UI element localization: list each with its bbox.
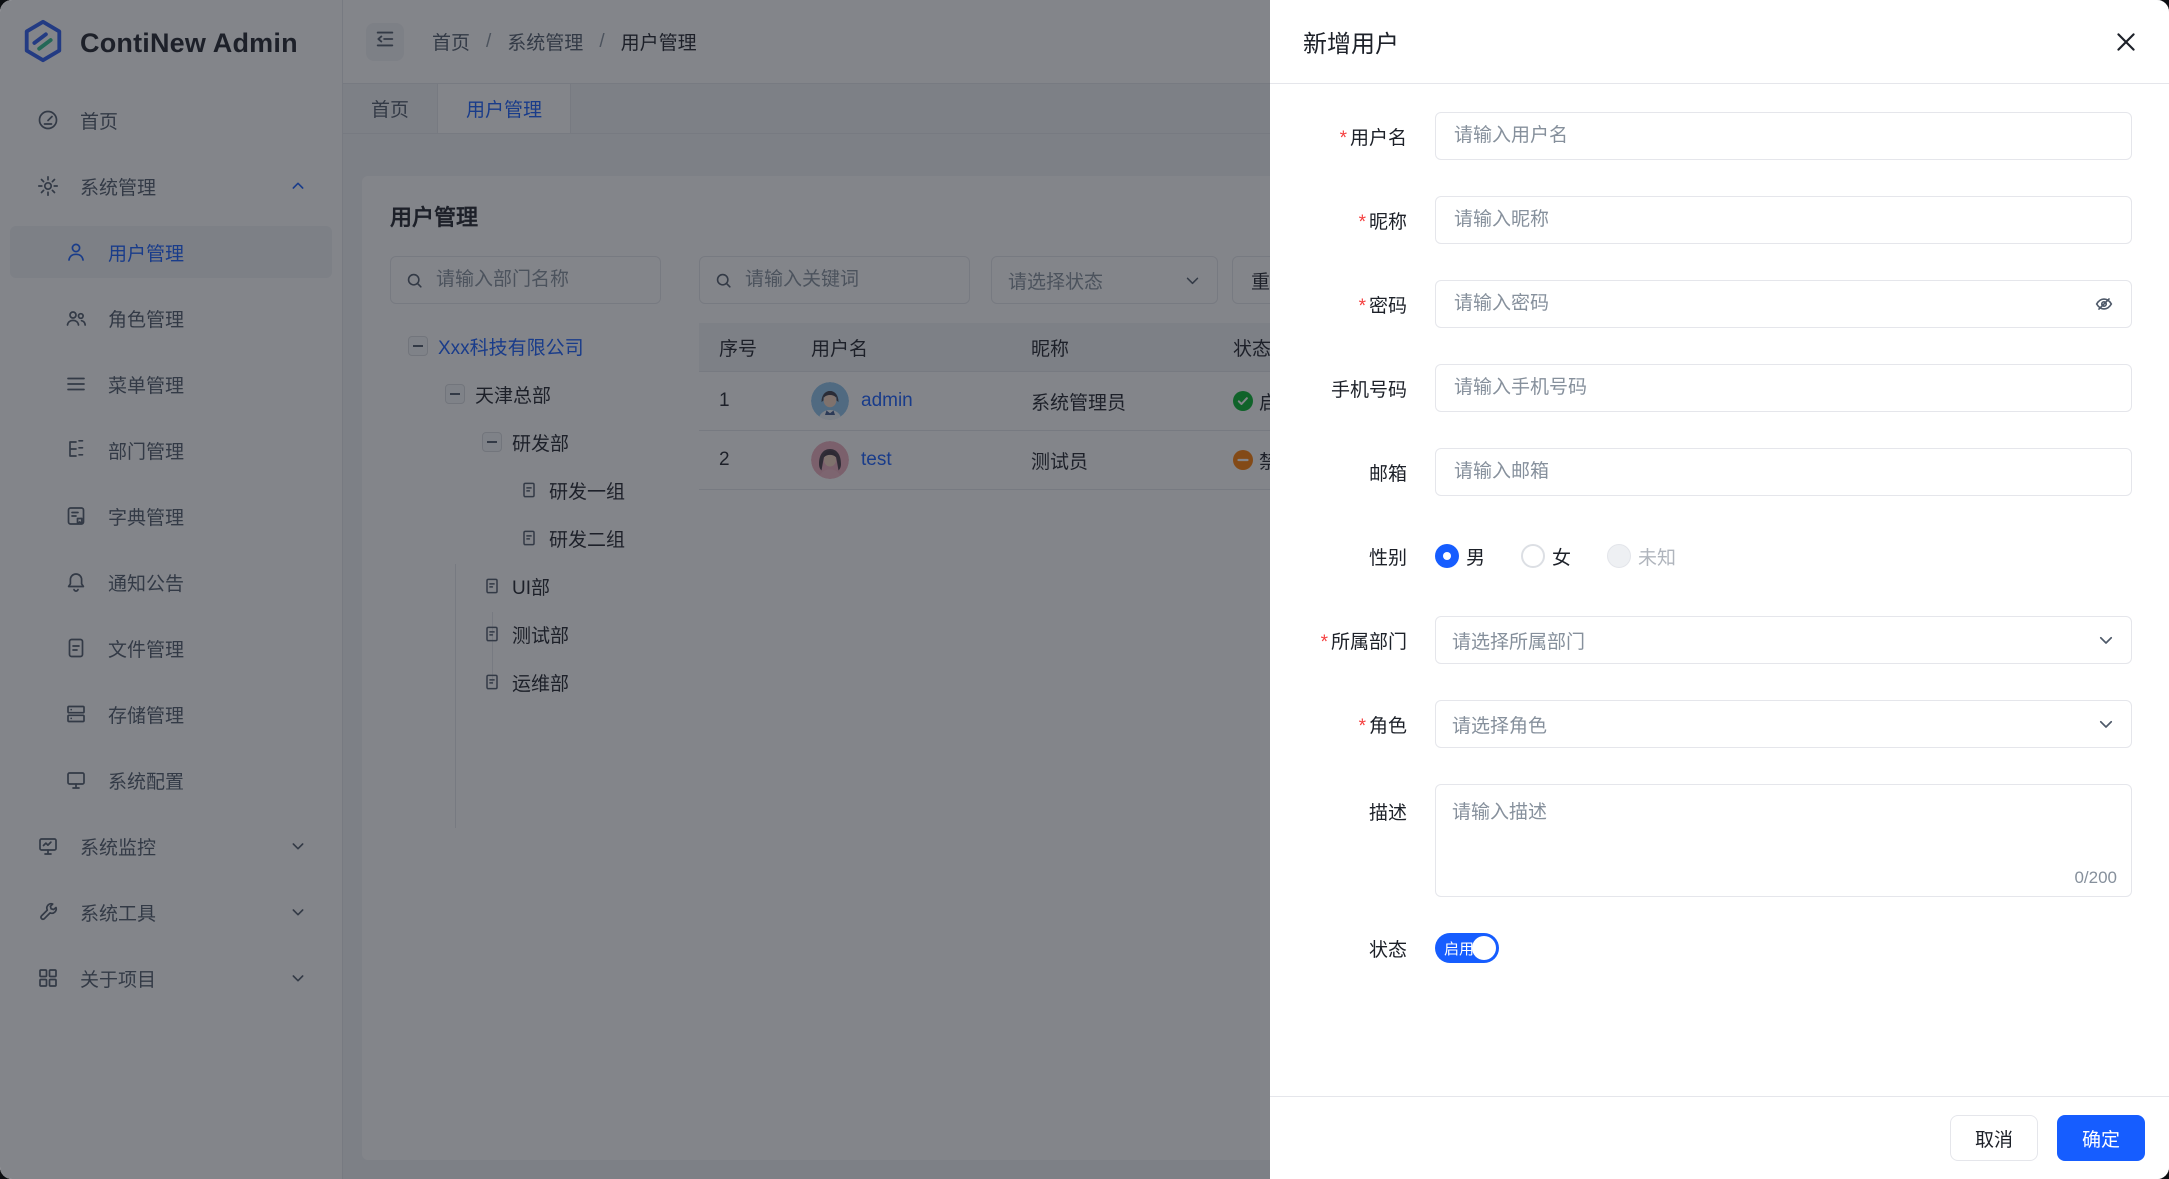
field-label: 密码	[1368, 295, 1407, 317]
department-select[interactable]: 请选择所属部门	[1435, 616, 2132, 664]
form-row-password: * 密码	[1270, 280, 2132, 328]
chevron-down-icon	[2097, 715, 2115, 733]
field-label: 角色	[1368, 715, 1407, 737]
nickname-field[interactable]	[1435, 196, 2132, 244]
add-user-drawer: 新增用户 *用户名 *昵称	[1270, 0, 2169, 1179]
password-input[interactable]	[1452, 292, 2083, 316]
field-label: 描述	[1368, 803, 1407, 824]
radio-selected-icon	[1435, 544, 1459, 568]
char-counter: 0/200	[2074, 868, 2117, 887]
field-label: 所属部门	[1330, 631, 1407, 653]
username-field[interactable]	[1435, 112, 2132, 160]
field-label: 手机号码	[1330, 379, 1407, 401]
eye-off-icon[interactable]	[2093, 293, 2115, 315]
drawer-footer: 取消 确定	[1270, 1096, 2169, 1179]
form-row-role: * 角色 请选择角色	[1270, 700, 2132, 748]
cancel-button[interactable]: 取消	[1950, 1115, 2038, 1161]
field-label: 昵称	[1368, 211, 1407, 233]
drawer-title: 新增用户	[1303, 31, 1399, 58]
form-row-username: * 用户名	[1270, 112, 2132, 160]
password-field[interactable]	[1435, 280, 2132, 328]
gender-option-female[interactable]: 女	[1521, 543, 1571, 570]
phone-field[interactable]	[1435, 364, 2132, 412]
gender-option-male[interactable]: 男	[1435, 543, 1485, 570]
form-row-description: 描述 0/200	[1270, 784, 2132, 897]
role-select[interactable]: 请选择角色	[1435, 700, 2132, 748]
nickname-input[interactable]	[1452, 208, 2115, 232]
form-row-phone: 手机号码	[1270, 364, 2132, 412]
gender-radio-group: 男 女 未知	[1435, 532, 2132, 580]
chevron-down-icon	[2097, 631, 2115, 649]
app-window: ContiNew Admin 首页 系统管理	[0, 0, 2169, 1179]
radio-unselected-icon	[1521, 544, 1546, 568]
confirm-button[interactable]: 确定	[2057, 1115, 2145, 1161]
drawer-body: *用户名 *昵称 *密码	[1270, 84, 2169, 1096]
email-input[interactable]	[1452, 460, 2115, 484]
form-row-department: * 所属部门 请选择所属部门	[1270, 616, 2132, 664]
status-switch[interactable]: 启用	[1435, 933, 1499, 963]
field-label: 状态	[1368, 939, 1407, 961]
close-button[interactable]	[2111, 27, 2141, 57]
radio-disabled-icon	[1607, 544, 1632, 568]
drawer-header: 新增用户	[1270, 0, 2169, 84]
form-row-email: 邮箱	[1270, 448, 2132, 496]
description-field: 0/200	[1435, 784, 2132, 897]
form-row-status: 状态 启用	[1270, 933, 2132, 963]
email-field[interactable]	[1435, 448, 2132, 496]
username-input[interactable]	[1452, 124, 2115, 148]
switch-knob	[1472, 936, 1496, 960]
form-row-gender: 性别 男 女 未知	[1270, 532, 2132, 580]
field-label: 邮箱	[1368, 463, 1407, 485]
description-textarea[interactable]	[1436, 785, 2131, 896]
close-icon	[2117, 32, 2135, 51]
phone-input[interactable]	[1452, 376, 2115, 400]
form-row-nickname: * 昵称	[1270, 196, 2132, 244]
field-label: 性别	[1368, 547, 1407, 569]
gender-option-unknown: 未知	[1607, 543, 1676, 570]
field-label: 用户名	[1349, 127, 1407, 149]
